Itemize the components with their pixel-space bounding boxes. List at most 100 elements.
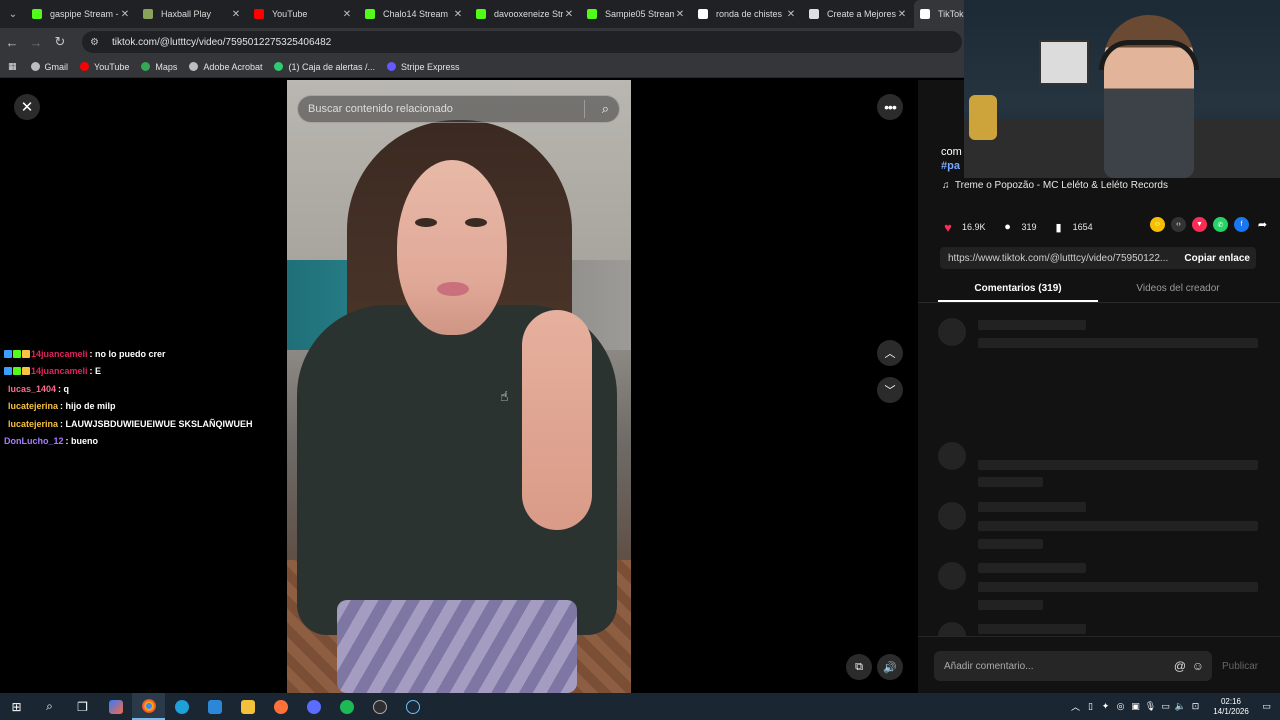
bookmark-item[interactable]: YouTube [80,62,129,72]
related-search-input[interactable]: Buscar contenido relacionado ⌕ [297,95,620,123]
next-video-button[interactable]: ﹀ [877,377,903,403]
chat-username: 14juancameli [31,366,88,377]
search-icon[interactable]: ⌕ [602,101,609,117]
chat-username: lucas_1404 [8,383,57,394]
bookmark-item[interactable]: Stripe Express [387,62,460,72]
firefox-icon[interactable] [264,693,297,720]
share-arrow-icon[interactable]: ➦ [1255,217,1270,232]
whatsapp-icon[interactable]: ✆ [1213,217,1228,232]
close-tab-icon[interactable]: ✕ [785,9,797,20]
bookmark-item[interactable]: Gmail [30,61,69,72]
like-button[interactable]: ♥ 16.9K [940,219,985,235]
comment-button[interactable]: ● 319 [1000,219,1036,235]
tray-app-icon[interactable]: ✦ [1098,701,1113,712]
browser-tab[interactable]: YouTube ✕ [248,0,359,28]
spotify-icon[interactable] [330,693,363,720]
share-options: ☺ ‹› ▼ ✆ f ➦ [1144,217,1270,232]
back-button[interactable]: ← [0,28,24,56]
close-tab-icon[interactable]: ✕ [674,9,686,20]
more-options-button[interactable]: ••• [877,94,903,120]
search-icon[interactable]: ⌕ [33,693,66,720]
browser-tab[interactable]: gaspipe Stream - ✕ [26,0,137,28]
close-tab-icon[interactable]: ✕ [896,9,908,20]
close-tab-icon[interactable]: ✕ [119,9,131,20]
tray-app-icon[interactable]: ▯ [1083,701,1098,712]
bookmark-icon: ▮ [1055,221,1062,234]
close-video-button[interactable]: ✕ [14,94,40,120]
facebook-icon[interactable]: f [1234,217,1249,232]
comment-skeleton-line [978,502,1086,512]
send-icon[interactable]: ▼ [1192,217,1207,232]
browser-tab[interactable]: davooxeneize Str ✕ [470,0,581,28]
store-icon[interactable] [198,693,231,720]
bookmark-item[interactable]: (1) Caja de alertas /... [274,62,375,72]
close-tab-icon[interactable]: ✕ [341,9,353,20]
apps-icon[interactable]: ▦ [8,61,17,72]
bookmark-label: Adobe Acrobat [203,61,263,72]
edge-icon[interactable] [165,693,198,720]
description-hashtag[interactable]: #pa [941,159,962,173]
browser-tab[interactable]: Haxball Play ✕ [137,0,248,28]
publish-button[interactable]: Publicar [1222,661,1258,672]
comment-skeleton-line [978,460,1258,470]
comment-skeleton-line [978,477,1043,487]
forward-button[interactable]: → [24,28,48,56]
save-button[interactable]: ▮ 1654 [1051,219,1093,235]
close-tab-icon[interactable]: ✕ [230,9,242,20]
search-divider [584,100,585,118]
comment-input[interactable]: Añadir comentario... @ ☺ [934,651,1212,681]
comment-skeleton-line [978,563,1086,573]
chrome-icon[interactable] [132,693,165,720]
browser-tab[interactable]: Chalo14 Stream ✕ [359,0,470,28]
browser-tab[interactable]: ronda de chistes ✕ [692,0,803,28]
steam-icon[interactable] [396,693,429,720]
browser-tab[interactable]: Sampie05 Stream ✕ [581,0,692,28]
copilot-icon[interactable] [99,693,132,720]
notifications-icon[interactable]: ▭ [1259,701,1274,712]
tab-creator-videos[interactable]: Videos del creador [1098,278,1258,302]
comment-skeleton-avatar [938,442,966,470]
close-tab-icon[interactable]: ✕ [563,9,575,20]
bookmark-label: (1) Caja de alertas /... [288,61,376,72]
friends-share-icon[interactable]: ☺ [1150,217,1165,232]
chrome-profile-icon[interactable] [297,693,330,720]
bookmark-item[interactable]: Maps [141,62,177,72]
volume-button[interactable]: 🔊 [877,654,903,680]
browser-tab[interactable]: Create a Mejores ✕ [803,0,914,28]
previous-video-button[interactable]: ︿ [877,340,903,366]
task-view-icon[interactable]: ❐ [66,693,99,720]
address-bar[interactable]: ⚙ tiktok.com/@lutttcy/video/759501227532… [82,31,962,53]
file-explorer-icon[interactable] [231,693,264,720]
comment-skeleton-line [978,320,1086,330]
network-icon[interactable]: ▭ [1158,701,1173,712]
microphone-icon[interactable]: 🎙 [1143,701,1158,712]
chat-badge-icon [22,349,30,358]
floating-player-button[interactable]: ⧉ [846,654,872,680]
bookmark-item[interactable]: Adobe Acrobat [189,62,262,72]
tray-overflow-icon[interactable]: ︿ [1068,700,1083,713]
start-icon[interactable]: ⊞ [0,693,33,720]
tab-search-button[interactable]: ⌄ [0,0,26,28]
speaker-icon[interactable]: 🔈 [1173,701,1188,712]
obs-icon[interactable] [363,693,396,720]
chat-badge-icon [22,367,30,376]
emoji-icon[interactable]: ☺ [1192,659,1204,673]
comment-skeleton-avatar [938,562,966,590]
embed-icon[interactable]: ‹› [1171,217,1186,232]
music-note-icon: ♫ [942,180,950,191]
mention-icon[interactable]: @ [1174,659,1186,673]
stream-chat-overlay: 14juancameli: no lo puedo crer 14juancame… [4,345,354,450]
tab-comments[interactable]: Comentarios (319) [938,278,1098,302]
bookmark-label: Gmail [44,61,69,72]
close-tab-icon[interactable]: ✕ [452,9,464,20]
tray-app-icon[interactable]: ⊡ [1188,701,1203,712]
copy-link-button[interactable]: Copiar enlace [1184,253,1250,264]
clock[interactable]: 02:16 14/1/2026 [1209,697,1253,717]
site-info-icon[interactable]: ⚙ [90,37,102,48]
tray-app-icon[interactable]: ◎ [1113,701,1128,712]
reload-button[interactable]: ↻ [48,28,72,56]
video-description: com #pa [941,145,962,173]
tray-app-icon[interactable]: ▣ [1128,701,1143,712]
tabs-divider [918,302,1280,303]
music-link[interactable]: ♫ Treme o Popozão - MC Leléto & Leléto R… [942,180,1168,191]
